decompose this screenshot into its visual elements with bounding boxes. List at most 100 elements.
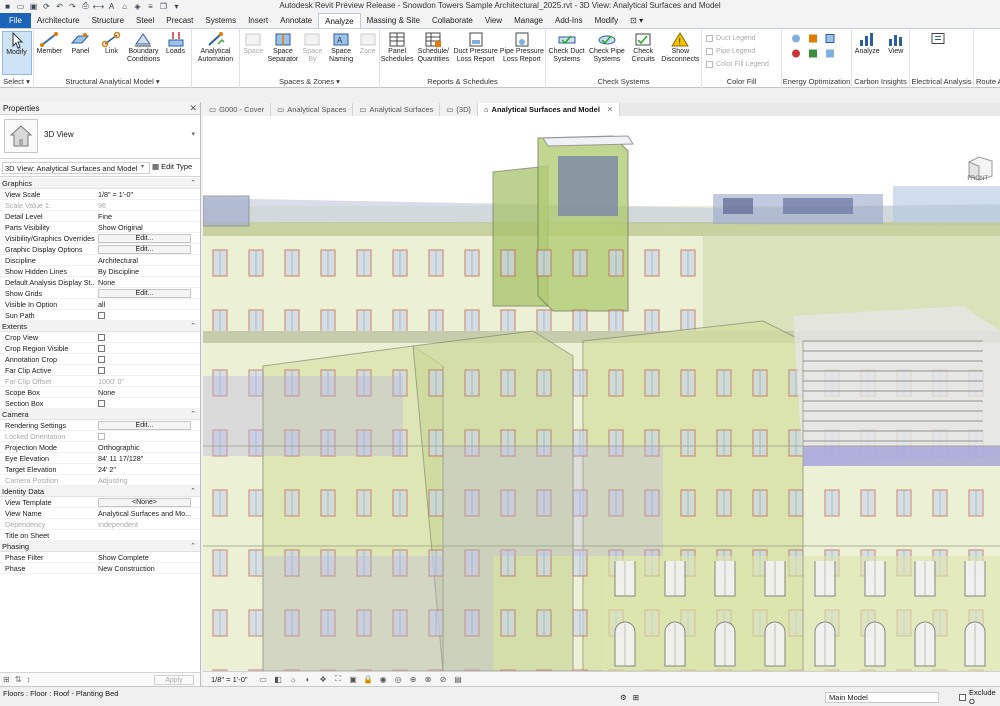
exclude-options[interactable]: Exclude O bbox=[959, 688, 1000, 706]
crop-region-icon[interactable]: ▣ bbox=[348, 674, 359, 684]
worksharing-display-icon[interactable]: ▤ bbox=[453, 674, 464, 684]
property-value[interactable]: Show Complete bbox=[95, 552, 198, 562]
temporary-hide-icon[interactable]: ◉ bbox=[378, 674, 389, 684]
property-edit-button[interactable]: Edit... bbox=[98, 421, 191, 430]
sun-path-icon[interactable]: ☼ bbox=[288, 674, 299, 684]
tab-manage[interactable]: Manage bbox=[508, 13, 549, 28]
property-value[interactable]: Show Original bbox=[95, 222, 198, 232]
view-tab[interactable]: ▭ Analytical Surfaces bbox=[353, 103, 441, 116]
space-naming-button[interactable]: A Space Naming bbox=[326, 31, 356, 75]
property-checkbox[interactable] bbox=[98, 356, 105, 363]
close-tab-icon[interactable]: ✕ bbox=[607, 105, 613, 114]
apply-button[interactable]: Apply bbox=[154, 675, 194, 685]
check-pipe-systems-button[interactable]: Check Pipe Systems bbox=[588, 31, 626, 75]
property-checkbox[interactable] bbox=[98, 334, 105, 341]
property-value[interactable]: None bbox=[95, 387, 198, 397]
duct-legend-button[interactable]: Duct Legend bbox=[706, 33, 769, 44]
collapse-icon[interactable]: ⌃ bbox=[190, 409, 196, 420]
tab-view[interactable]: View bbox=[479, 13, 508, 28]
tab-file[interactable]: File bbox=[0, 13, 31, 28]
tab-steel[interactable]: Steel bbox=[130, 13, 160, 28]
view-tab[interactable]: ▭ {3D} bbox=[440, 103, 478, 116]
exclude-checkbox[interactable] bbox=[959, 693, 967, 701]
property-value[interactable]: 84' 11 17/128" bbox=[95, 453, 198, 463]
edit-type-button[interactable]: ▦ Edit Type bbox=[152, 162, 192, 171]
property-edit-button[interactable]: <None> bbox=[98, 498, 191, 507]
view-tab[interactable]: ⌂ Analytical Surfaces and Model ✕ bbox=[478, 103, 621, 116]
analytical-model-icon[interactable]: ⊕ bbox=[408, 674, 419, 684]
show-disconnects-button[interactable]: ! Show Disconnects bbox=[660, 31, 700, 75]
space-button[interactable]: Space bbox=[240, 31, 266, 75]
space-separator-button[interactable]: Space Separator bbox=[267, 31, 299, 75]
loads-button[interactable]: Loads bbox=[160, 31, 191, 75]
zone-button[interactable]: Zone bbox=[357, 31, 379, 75]
heating-cooling-icon[interactable] bbox=[790, 47, 802, 59]
property-value[interactable]: Fine bbox=[95, 211, 198, 221]
detail-level-icon[interactable]: ▭ bbox=[258, 674, 269, 684]
property-checkbox[interactable] bbox=[98, 345, 105, 352]
link-button[interactable]: Link bbox=[96, 31, 127, 75]
collapse-icon[interactable]: ⌃ bbox=[190, 486, 196, 497]
tab-systems[interactable]: Systems bbox=[199, 13, 242, 28]
energy-model-icon[interactable] bbox=[807, 32, 819, 44]
property-checkbox[interactable] bbox=[98, 367, 105, 374]
view-tab[interactable]: ▭ G000 - Cover bbox=[203, 103, 272, 116]
modify-button[interactable]: Modify bbox=[1, 31, 32, 75]
tab-structure[interactable]: Structure bbox=[86, 13, 130, 28]
tab-massing-site[interactable]: Massing & Site bbox=[361, 13, 426, 28]
property-value[interactable]: Architectural bbox=[95, 255, 198, 265]
energy-insight-icon[interactable] bbox=[824, 32, 836, 44]
property-edit-button[interactable]: Edit... bbox=[98, 245, 191, 254]
instance-selector[interactable]: 3D View: Analytical Surfaces and Model bbox=[2, 162, 150, 174]
property-value[interactable] bbox=[95, 530, 198, 540]
reveal-hidden-icon[interactable]: ◎ bbox=[393, 674, 404, 684]
property-value[interactable]: Orthographic bbox=[95, 442, 198, 452]
viewcube-front-label[interactable]: FRONT bbox=[967, 176, 988, 182]
property-value[interactable]: 24' 2" bbox=[95, 464, 198, 474]
panel-button[interactable]: Panel bbox=[65, 31, 96, 75]
worksets-icon[interactable]: ⚙ bbox=[620, 693, 627, 702]
crop-view-icon[interactable]: ⛶ bbox=[333, 674, 344, 684]
view-scale[interactable]: 1/8" = 1'-0" bbox=[203, 675, 256, 684]
panel-schedules-button[interactable]: Panel Schedules bbox=[380, 31, 414, 75]
collapse-icon[interactable]: ⌃ bbox=[190, 178, 196, 189]
tab-modify[interactable]: Modify bbox=[589, 13, 625, 28]
tab-precast[interactable]: Precast bbox=[160, 13, 199, 28]
section-graphics[interactable]: Graphics ⌃ bbox=[0, 178, 200, 189]
generate-icon[interactable] bbox=[824, 47, 836, 59]
check-circuits-button[interactable]: Check Circuits bbox=[627, 31, 659, 75]
sort-icon[interactable]: ⇅ bbox=[15, 675, 22, 684]
property-value[interactable]: None bbox=[95, 277, 198, 287]
reveal-constraints-icon[interactable]: ⊘ bbox=[438, 674, 449, 684]
pipe-pressure-loss-button[interactable]: Pipe Pressure Loss Report bbox=[499, 31, 545, 75]
property-value[interactable]: By Discipline bbox=[95, 266, 198, 276]
property-value[interactable]: all bbox=[95, 299, 198, 309]
systems-analysis-icon[interactable] bbox=[807, 47, 819, 59]
3d-viewport[interactable]: FRONT bbox=[203, 116, 1000, 671]
close-icon[interactable]: ✕ bbox=[189, 103, 197, 114]
design-options-icon[interactable]: ⊞ bbox=[633, 693, 639, 702]
property-edit-button[interactable]: Edit... bbox=[98, 289, 191, 298]
sort-alpha-icon[interactable]: ↕ bbox=[26, 675, 30, 684]
check-duct-systems-button[interactable]: Check Duct Systems bbox=[547, 31, 587, 75]
property-checkbox[interactable] bbox=[98, 400, 105, 407]
view-tab[interactable]: ▭ Analytical Spaces bbox=[271, 103, 354, 116]
duct-pressure-loss-button[interactable]: Duct Pressure Loss Report bbox=[453, 31, 499, 75]
highlight-displacement-icon[interactable]: ⊗ bbox=[423, 674, 434, 684]
property-value[interactable]: 1/8" = 1'-0" bbox=[95, 189, 198, 199]
property-value[interactable]: New Construction bbox=[95, 563, 198, 573]
property-value[interactable]: Analytical Surfaces and Mo... bbox=[95, 508, 198, 518]
section-identity-data[interactable]: Identity Data ⌃ bbox=[0, 486, 200, 497]
spaces-zones-dropdown[interactable]: Spaces & Zones ▾ bbox=[240, 77, 379, 86]
active-model-selector[interactable]: Main Model bbox=[825, 691, 940, 703]
visual-style-icon[interactable]: ◧ bbox=[273, 674, 284, 684]
carbon-view-button[interactable]: View bbox=[884, 31, 908, 75]
tab-collaborate[interactable]: Collaborate bbox=[426, 13, 479, 28]
space-tag-button[interactable]: Space By bbox=[299, 31, 325, 75]
shadows-icon[interactable]: ◐ bbox=[303, 674, 314, 684]
analytical-automation-button[interactable]: Analytical Automation bbox=[193, 31, 239, 75]
section-extents[interactable]: Extents ⌃ bbox=[0, 321, 200, 332]
type-selector[interactable]: 3D View ▾ bbox=[0, 115, 200, 159]
chevron-down-icon[interactable]: ▾ bbox=[191, 130, 195, 138]
tab-add-ins[interactable]: Add-Ins bbox=[549, 13, 589, 28]
